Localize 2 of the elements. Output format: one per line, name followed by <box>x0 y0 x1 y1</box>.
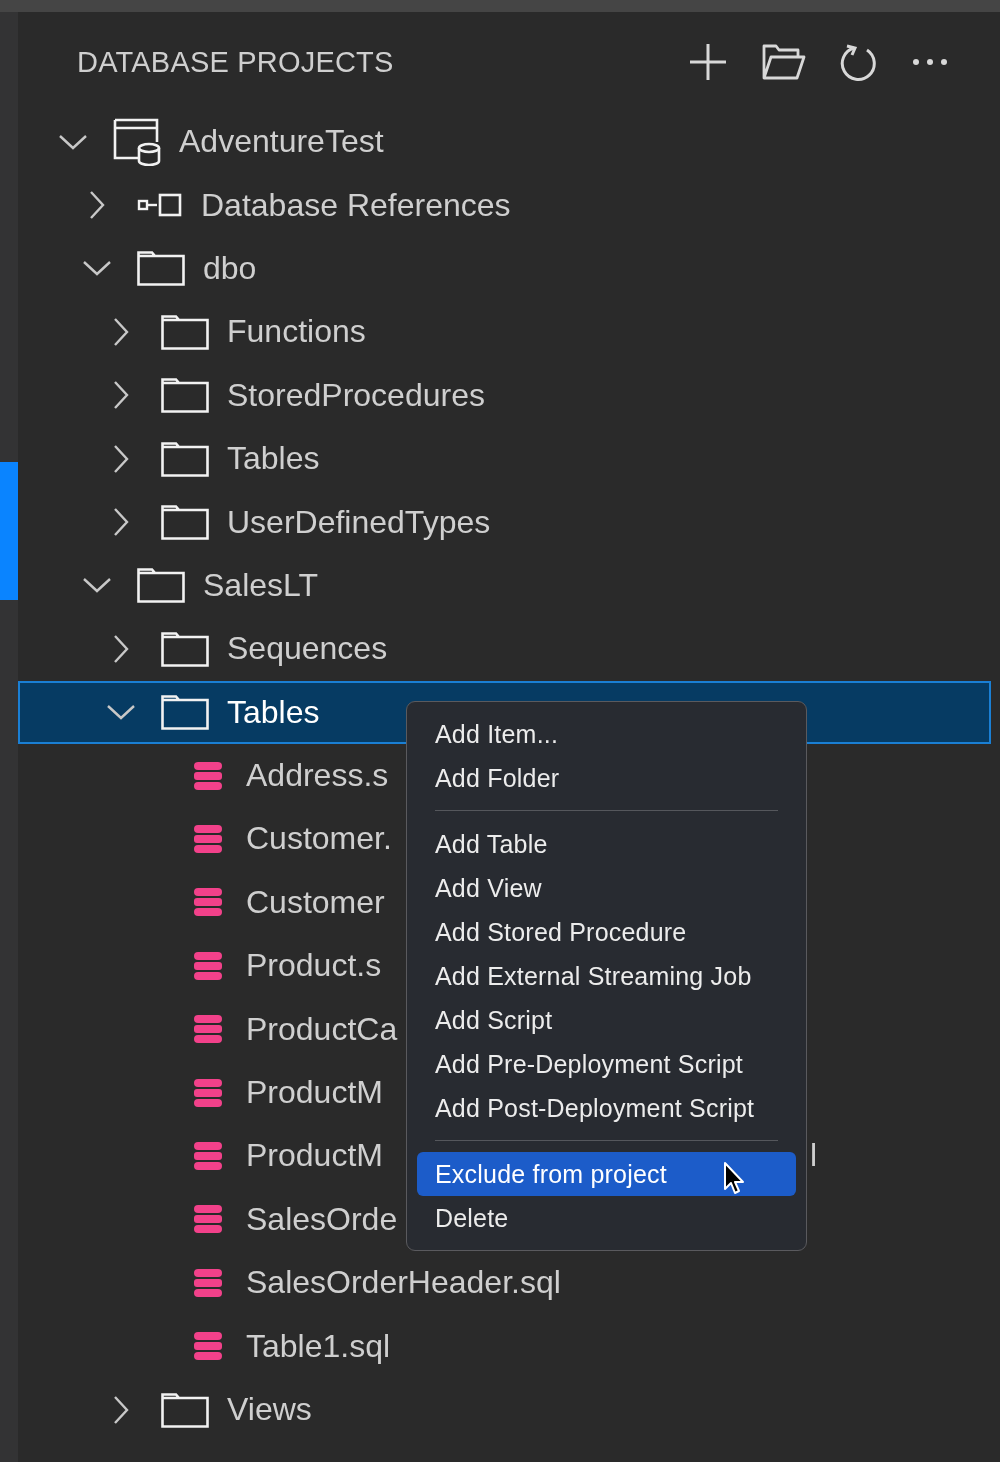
tree-label-fragment: l <box>810 1137 818 1175</box>
panel-title: DATABASE PROJECTS <box>77 45 395 79</box>
